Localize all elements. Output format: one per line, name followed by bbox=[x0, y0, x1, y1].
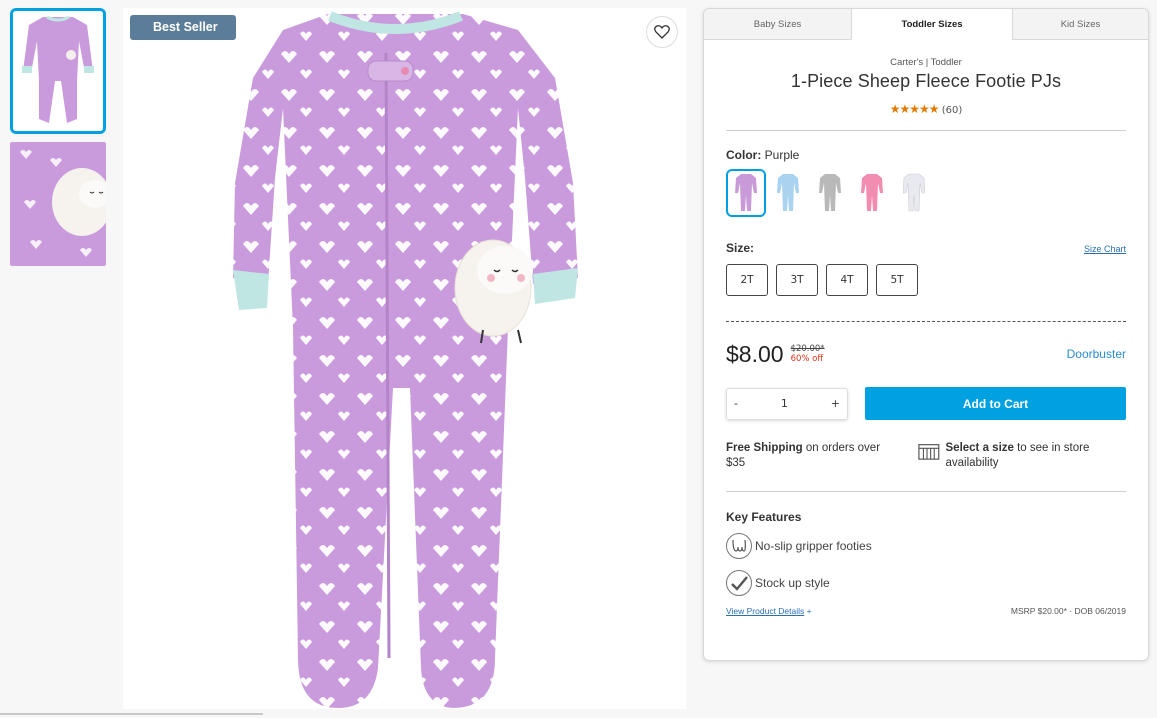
msrp-info: MSRP $20.00* · DOB 06/2019 bbox=[1010, 606, 1126, 616]
thumbnail-front[interactable] bbox=[10, 8, 106, 134]
tab-kid-sizes[interactable]: Kid Sizes bbox=[1012, 9, 1148, 39]
original-price-block: $20.00* 60% off bbox=[791, 344, 825, 364]
size-2t-button[interactable]: 2T bbox=[726, 264, 768, 296]
rating[interactable]: ★★★★★ (60) bbox=[726, 102, 1126, 116]
decrease-quantity-button[interactable]: - bbox=[734, 397, 738, 410]
add-to-cart-button[interactable]: Add to Cart bbox=[865, 387, 1126, 420]
divider bbox=[726, 491, 1126, 492]
feature-item: No-slip gripper footies bbox=[726, 533, 1126, 559]
promo-label[interactable]: Doorbuster bbox=[1067, 347, 1126, 361]
product-detail-panel: Baby Sizes Toddler Sizes Kid Sizes Carte… bbox=[703, 8, 1149, 661]
swatch-white[interactable] bbox=[894, 169, 934, 217]
best-seller-badge: Best Seller bbox=[130, 15, 236, 40]
star-rating-icon: ★★★★★ bbox=[889, 102, 940, 116]
product-title: 1-Piece Sheep Fleece Footie PJs bbox=[790, 71, 1062, 91]
divider bbox=[726, 130, 1126, 131]
size-label: Size: bbox=[726, 241, 755, 255]
checkmark-icon bbox=[726, 570, 752, 596]
favorite-button[interactable] bbox=[646, 16, 678, 48]
quantity-value[interactable]: 1 bbox=[781, 397, 788, 410]
color-swatches bbox=[726, 169, 1126, 217]
feature-text: Stock up style bbox=[755, 576, 830, 590]
view-product-details-link[interactable]: View Product Details + bbox=[726, 606, 812, 616]
key-features-title: Key Features bbox=[726, 510, 802, 524]
feature-item: Stock up style bbox=[726, 570, 1126, 596]
swatch-pink[interactable] bbox=[852, 169, 892, 217]
size-3t-button[interactable]: 3T bbox=[776, 264, 818, 296]
cart-row: - 1 + Add to Cart bbox=[726, 387, 1126, 420]
quantity-stepper: - 1 + bbox=[726, 387, 848, 420]
brand-label: Carter's | Toddler bbox=[890, 57, 962, 68]
details-link-text[interactable]: View Product Details bbox=[726, 606, 804, 616]
product-page: Best Seller Baby Sizes Toddler Sizes Kid… bbox=[0, 0, 1157, 718]
pajama-illustration bbox=[123, 8, 686, 709]
review-count: (60) bbox=[941, 105, 963, 116]
size-options: 2T 3T 4T 5T bbox=[726, 264, 1126, 296]
size-category-tabs: Baby Sizes Toddler Sizes Kid Sizes bbox=[704, 9, 1148, 40]
store-icon bbox=[918, 444, 940, 460]
select-size-label: Select a size bbox=[945, 442, 1014, 454]
original-price: $20.00* bbox=[790, 344, 825, 354]
tab-baby-sizes[interactable]: Baby Sizes bbox=[704, 9, 851, 39]
thumbnail-list bbox=[10, 8, 106, 274]
plus-icon[interactable]: + bbox=[807, 606, 812, 616]
selected-color: Purple bbox=[764, 148, 800, 162]
panel-footer: View Product Details + MSRP $20.00* · DO… bbox=[726, 606, 1126, 616]
color-label: Color: bbox=[726, 148, 762, 162]
size-header: Size: Size Chart bbox=[726, 241, 1126, 255]
swatch-purple[interactable] bbox=[726, 169, 766, 217]
feature-text: No-slip gripper footies bbox=[755, 539, 872, 553]
size-4t-button[interactable]: 4T bbox=[826, 264, 868, 296]
dashed-divider bbox=[726, 321, 1126, 322]
sale-price: $8.00 bbox=[726, 340, 784, 367]
swatch-blue[interactable] bbox=[768, 169, 808, 217]
main-product-image[interactable]: Best Seller bbox=[123, 8, 686, 709]
scrollbar-track[interactable] bbox=[0, 713, 263, 715]
discount-label: 60% off bbox=[790, 354, 824, 364]
thumbnail-detail[interactable] bbox=[10, 142, 106, 266]
price-row: $8.00 $20.00* 60% off Doorbuster bbox=[726, 339, 1126, 369]
size-chart-link[interactable]: Size Chart bbox=[1084, 244, 1126, 254]
size-5t-button[interactable]: 5T bbox=[876, 264, 918, 296]
store-availability: Select a size to see in store availabili… bbox=[918, 441, 1126, 471]
shipping-info: Free Shipping on orders over $35 Select … bbox=[726, 441, 1126, 471]
color-selector: Color: Purple bbox=[726, 148, 1126, 217]
increase-quantity-button[interactable]: + bbox=[831, 397, 840, 410]
free-shipping-info: Free Shipping on orders over $35 bbox=[726, 441, 889, 471]
gripper-footies-icon bbox=[726, 533, 752, 559]
swatch-gray[interactable] bbox=[810, 169, 850, 217]
heart-icon bbox=[654, 25, 670, 39]
free-shipping-label: Free Shipping bbox=[726, 442, 803, 454]
tab-toddler-sizes[interactable]: Toddler Sizes bbox=[851, 9, 1012, 40]
